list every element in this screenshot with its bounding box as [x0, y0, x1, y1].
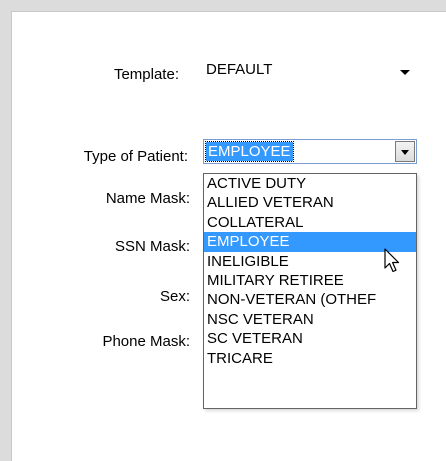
patient-type-value: EMPLOYEE	[205, 141, 294, 162]
dropdown-button[interactable]	[395, 141, 415, 162]
phone-mask-label: Phone Mask:	[102, 333, 190, 350]
name-mask-label: Name Mask:	[105, 190, 190, 207]
dropdown-option[interactable]: COLLATERAL	[204, 213, 416, 232]
dropdown-option[interactable]: NON-VETERAN (OTHEF	[204, 290, 416, 309]
dropdown-option[interactable]: ACTIVE DUTY	[204, 174, 416, 193]
dropdown-option[interactable]: ALLIED VETERAN	[204, 193, 416, 212]
dropdown-option[interactable]: SC VETERAN	[204, 329, 416, 348]
patient-type-label: Type of Patient:	[83, 148, 188, 165]
template-combobox[interactable]: DEFAULT	[202, 58, 418, 86]
dropdown-option[interactable]: NSC VETERAN	[204, 310, 416, 329]
patient-type-dropdown-list[interactable]: ACTIVE DUTY ALLIED VETERAN COLLATERAL EM…	[203, 173, 417, 409]
dropdown-option[interactable]: TRICARE	[204, 349, 416, 368]
patient-type-combobox[interactable]: EMPLOYEE	[203, 139, 417, 164]
template-label: Template:	[113, 66, 179, 83]
ssn-mask-label: SSN Mask:	[114, 238, 190, 255]
chevron-down-icon	[401, 150, 409, 155]
window-frame-top	[0, 0, 446, 11]
sex-label: Sex:	[159, 288, 190, 305]
template-value: DEFAULT	[206, 61, 273, 78]
window-frame-left	[0, 0, 11, 461]
arrow-cursor-icon	[384, 248, 400, 273]
chevron-down-icon[interactable]	[400, 70, 410, 75]
